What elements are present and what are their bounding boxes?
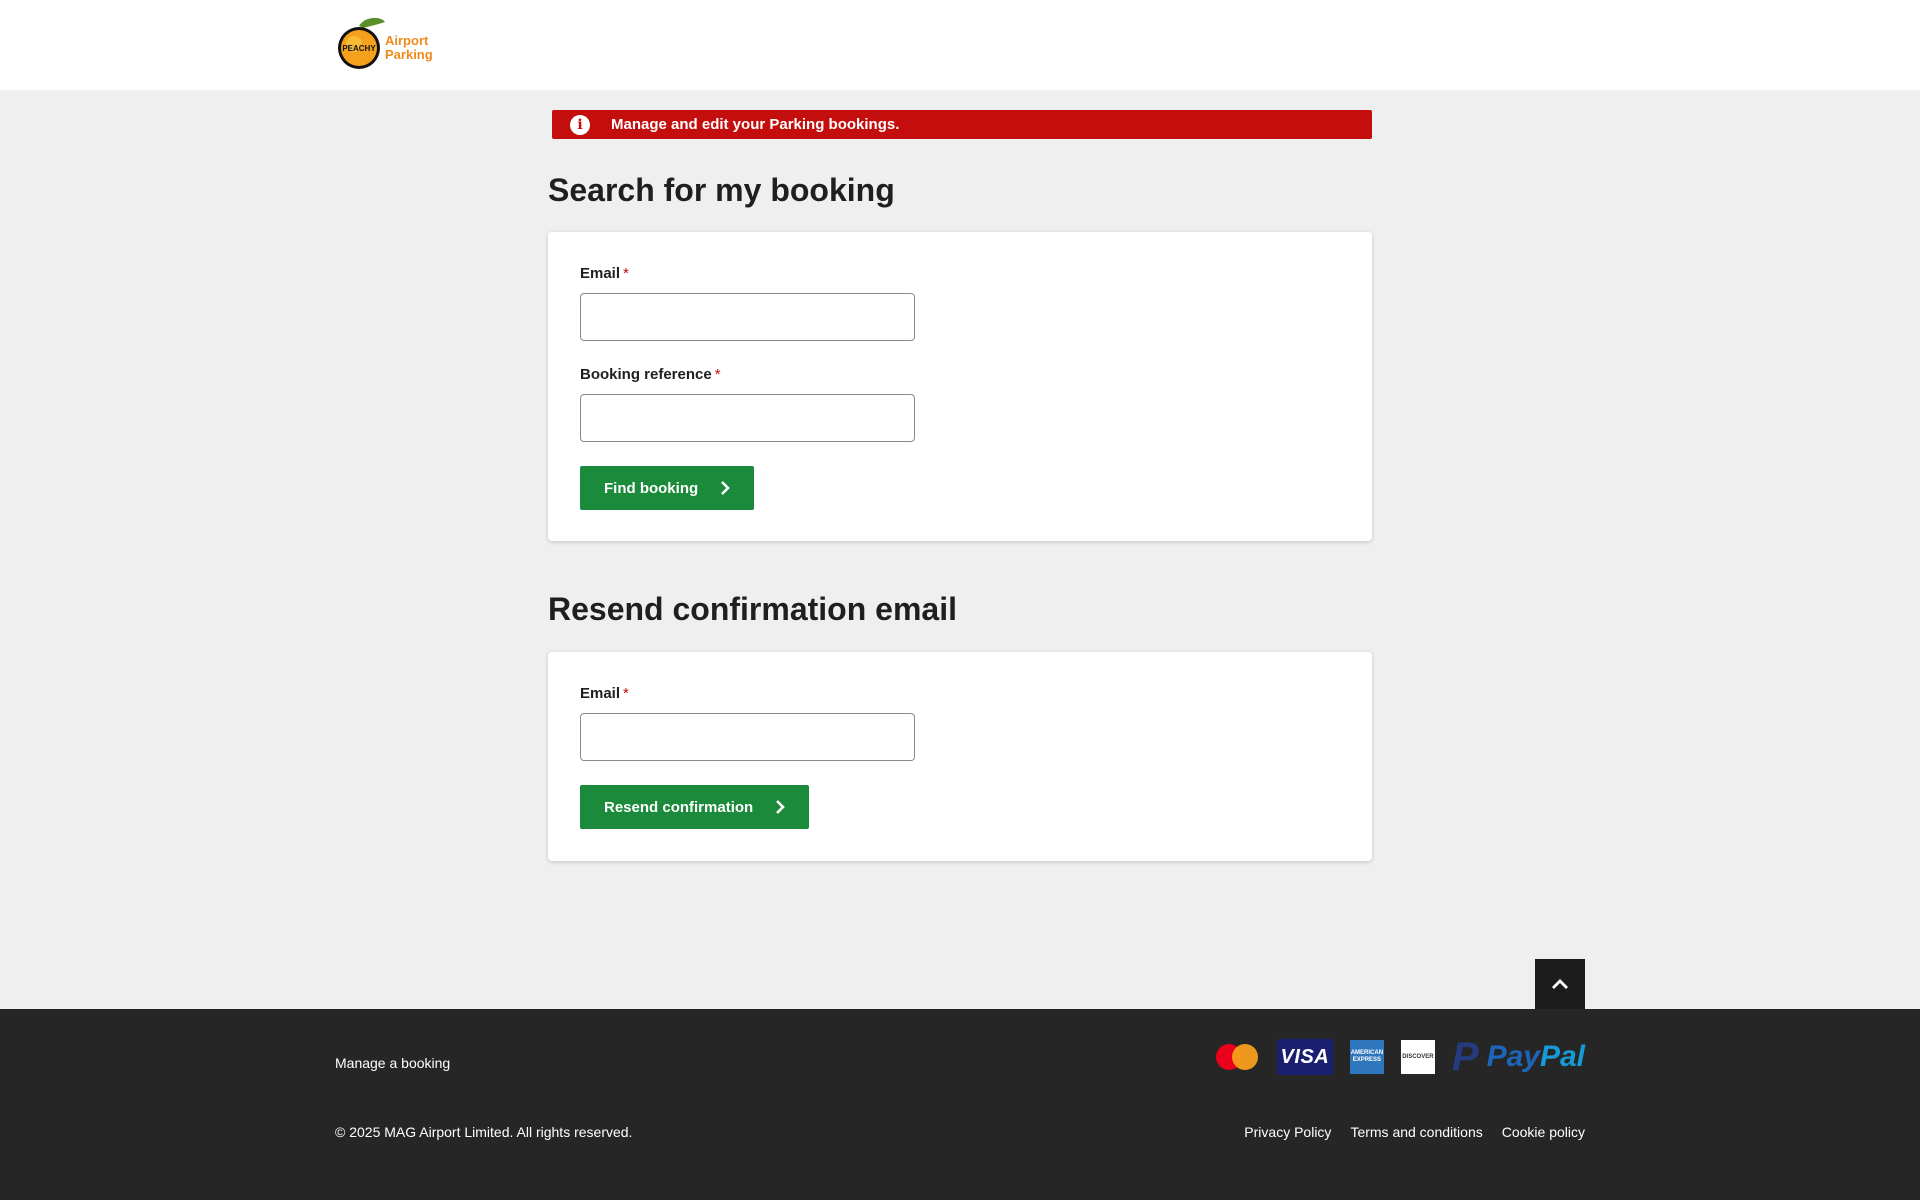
search-booking-form: Email * Booking reference * Find booking	[548, 232, 1372, 541]
cookie-policy-link[interactable]: Cookie policy	[1502, 1124, 1585, 1140]
chevron-right-icon	[721, 481, 730, 495]
visa-icon: VISA	[1276, 1039, 1333, 1075]
peachy-logo[interactable]: PEACHY Airport Parking	[337, 14, 437, 74]
booking-reference-input[interactable]	[580, 394, 915, 442]
find-booking-label: Find booking	[604, 479, 699, 497]
resend-email-input[interactable]	[580, 713, 915, 761]
email-label: Email *	[580, 265, 629, 282]
paypal-pay-text: Pay	[1486, 1040, 1540, 1073]
required-marker: *	[623, 265, 629, 282]
resend-section-title: Resend confirmation email	[548, 591, 957, 627]
site-header: PEACHY Airport Parking	[0, 0, 1920, 90]
amex-icon: AMERICAN EXPRESS	[1349, 1040, 1384, 1074]
paypal-icon: P Pay Pal	[1452, 1035, 1585, 1080]
terms-and-conditions-link[interactable]: Terms and conditions	[1350, 1124, 1482, 1140]
payment-methods: VISA AMERICAN EXPRESS DISCOVER P Pay Pal	[1214, 1035, 1585, 1079]
logo-text: Airport Parking	[385, 34, 433, 62]
info-alert: i Manage and edit your Parking bookings.	[552, 110, 1372, 139]
email-label-text: Email	[580, 685, 621, 702]
info-icon: i	[570, 114, 590, 135]
resend-confirmation-label: Resend confirmation	[604, 798, 754, 816]
required-marker: *	[623, 685, 629, 702]
manage-booking-link[interactable]: Manage a booking	[335, 1055, 450, 1071]
booking-reference-label-text: Booking reference	[580, 366, 712, 383]
copyright-text: © 2025 MAG Airport Limited. All rights r…	[335, 1124, 633, 1140]
logo-line-1: Airport	[385, 33, 429, 48]
email-label-text: Email	[580, 265, 621, 282]
find-booking-button[interactable]: Find booking	[580, 466, 755, 510]
search-email-input[interactable]	[580, 293, 915, 341]
chevron-up-icon	[1552, 979, 1568, 989]
search-section-title: Search for my booking	[548, 172, 895, 208]
site-footer: Manage a booking VISA AMERICAN EXPRESS D…	[0, 1009, 1920, 1200]
resend-confirmation-form: Email * Resend confirmation	[548, 652, 1372, 861]
chevron-right-icon	[776, 800, 786, 814]
logo-line-2: Parking	[385, 47, 433, 62]
booking-reference-label: Booking reference *	[580, 366, 721, 383]
mastercard-icon	[1214, 1042, 1260, 1072]
paypal-pal-text: Pal	[1539, 1040, 1585, 1073]
alert-message: Manage and edit your Parking bookings.	[611, 116, 900, 133]
paypal-p-icon: P	[1451, 1034, 1479, 1079]
resend-confirmation-button[interactable]: Resend confirmation	[580, 785, 810, 829]
discover-icon: DISCOVER	[1400, 1040, 1435, 1074]
required-marker: *	[714, 366, 721, 383]
privacy-policy-link[interactable]: Privacy Policy	[1244, 1124, 1331, 1140]
legal-links: Privacy Policy Terms and conditions Cook…	[1244, 1124, 1585, 1140]
back-to-top-button[interactable]	[1535, 959, 1585, 1009]
email-label: Email *	[580, 685, 629, 702]
svg-text:PEACHY: PEACHY	[342, 44, 376, 53]
